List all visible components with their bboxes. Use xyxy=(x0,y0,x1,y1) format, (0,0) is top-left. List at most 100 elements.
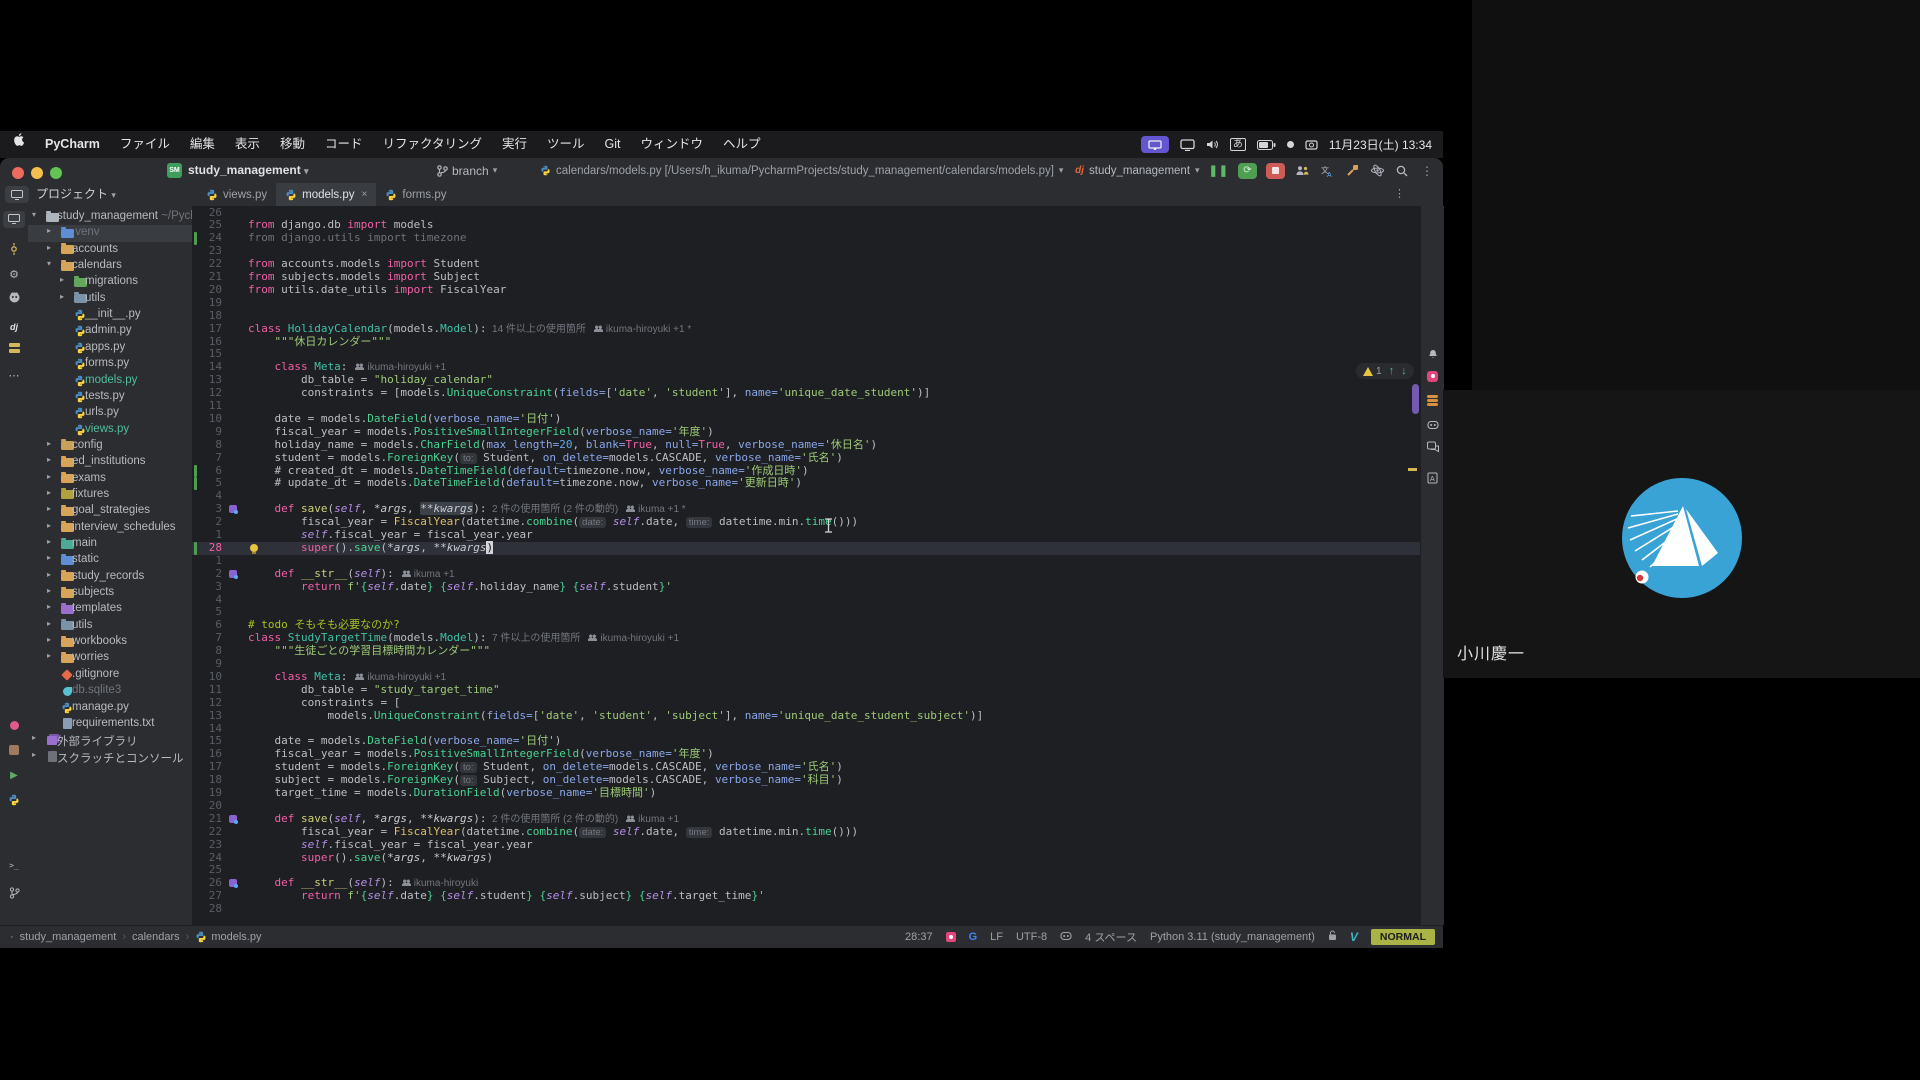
project-icon[interactable] xyxy=(0,208,28,230)
next-warning-icon[interactable]: ↓ xyxy=(1401,365,1407,377)
tree-row-.gitignore[interactable]: .gitignore xyxy=(28,667,192,683)
stop-button[interactable] xyxy=(1266,163,1285,179)
chevron-right-icon[interactable]: ▸ xyxy=(47,488,51,497)
chevron-right-icon[interactable]: ▸ xyxy=(47,570,51,579)
code-line[interactable]: 27 return f'{self.date} {self.student} {… xyxy=(192,890,1420,903)
database-panel-icon[interactable] xyxy=(1421,390,1444,410)
tree-row-accounts[interactable]: ▸accounts xyxy=(28,242,192,258)
pause-button[interactable]: ❚❚ xyxy=(1209,164,1229,177)
speaker-icon[interactable] xyxy=(1206,139,1219,150)
chevron-right-icon[interactable]: ▸ xyxy=(47,651,51,660)
code-line[interactable]: 20from utils.date_utils import FiscalYea… xyxy=(192,284,1420,297)
chevron-right-icon[interactable]: ▸ xyxy=(47,602,51,611)
github-icon[interactable] xyxy=(0,286,28,308)
minimize-window-button[interactable] xyxy=(31,167,43,179)
ai-assistant-icon[interactable] xyxy=(1421,414,1444,434)
menu-item-ファイル[interactable]: ファイル xyxy=(110,131,180,158)
commit-icon[interactable] xyxy=(0,238,28,260)
menu-item-コード[interactable]: コード xyxy=(315,131,373,158)
terminal-icon[interactable]: >_ xyxy=(9,861,19,870)
close-window-button[interactable] xyxy=(12,167,24,179)
tree-row-goal_strategies[interactable]: ▸goal_strategies xyxy=(28,503,192,519)
translation-icon[interactable] xyxy=(1421,437,1444,457)
chevron-right-icon[interactable]: ▸ xyxy=(47,226,51,235)
chevron-right-icon[interactable]: ▸ xyxy=(32,733,36,742)
code-line[interactable]: 4 xyxy=(192,594,1420,607)
kebab-icon[interactable]: ⋮ xyxy=(1419,164,1435,178)
tree-row-外部ライブラリ[interactable]: ▸外部ライブラリ xyxy=(28,732,192,748)
chevron-right-icon[interactable]: ▸ xyxy=(47,619,51,628)
terminal-icon[interactable]: >_ xyxy=(0,854,28,876)
tree-row-admin.py[interactable]: admin.py xyxy=(28,323,192,339)
packages-icon[interactable] xyxy=(0,714,28,736)
chevron-right-icon[interactable]: ▸ xyxy=(47,635,51,644)
breadcrumb[interactable]: ·study_management›calendars›models.py xyxy=(0,931,261,943)
chevron-right-icon[interactable]: ▸ xyxy=(47,553,51,562)
menubar-clock[interactable]: 11月23日(土) 13:34 xyxy=(1329,136,1432,153)
chevron-right-icon[interactable]: ▸ xyxy=(47,521,51,530)
translate-icon[interactable]: 文A xyxy=(1319,165,1335,177)
encoding[interactable]: UTF-8 xyxy=(1016,931,1047,943)
chevron-right-icon[interactable]: ▸ xyxy=(47,586,51,595)
code-editor[interactable]: 2625from django.db import models24from d… xyxy=(192,206,1420,925)
status-pink-icon[interactable] xyxy=(946,932,956,942)
django-icon[interactable]: dj xyxy=(0,316,28,338)
tree-row-interview_schedules[interactable]: ▸interview_schedules xyxy=(28,520,192,536)
code-line[interactable]: 28 super().save(*args, **kwargs) xyxy=(192,542,1420,555)
menu-item-リファクタリング[interactable]: リファクタリング xyxy=(372,131,492,158)
tree-row-ed_institutions[interactable]: ▸ed_institutions xyxy=(28,454,192,470)
zoom-window-button[interactable] xyxy=(50,167,62,179)
menu-item-ヘルプ[interactable]: ヘルプ xyxy=(713,131,771,158)
chevron-right-icon[interactable]: ▸ xyxy=(32,750,36,759)
breadcrumb-item-models.py[interactable]: models.py xyxy=(195,931,261,943)
chevron-right-icon[interactable]: ▸ xyxy=(47,455,51,464)
code-line[interactable]: 8 """生徒ごとの学習目標時間カレンダー""" xyxy=(192,645,1420,658)
chevron-right-icon[interactable]: ▸ xyxy=(47,439,51,448)
run-configuration-selector[interactable]: dj study_management▾ xyxy=(1075,165,1199,177)
caret-position[interactable]: 28:37 xyxy=(905,931,933,943)
tree-row-urls.py[interactable]: urls.py xyxy=(28,405,192,421)
code-line[interactable]: 12 constraints = [models.UniqueConstrain… xyxy=(192,387,1420,400)
tree-row-tests.py[interactable]: tests.py xyxy=(28,389,192,405)
bookmark-panel-icon[interactable] xyxy=(1421,366,1444,386)
chevron-right-icon[interactable]: ▸ xyxy=(60,292,64,301)
project-panel-header[interactable]: プロジェクト ▾ xyxy=(36,183,116,206)
record-dot-icon[interactable] xyxy=(1287,141,1294,148)
tree-row-study_management[interactable]: ▾study_management ~/Pycha xyxy=(28,209,192,225)
tree-row-static[interactable]: ▸static xyxy=(28,552,192,568)
project-tool-window-button[interactable] xyxy=(5,186,29,203)
indent-setting[interactable]: 4 スペース xyxy=(1085,929,1137,945)
packages-icon[interactable] xyxy=(10,721,19,730)
interpreter[interactable]: Python 3.11 (study_management) xyxy=(1150,931,1315,943)
database-panel-icon[interactable] xyxy=(1427,395,1438,406)
file-path-widget[interactable]: calendars/models.py [/Users/h_ikuma/Pych… xyxy=(540,158,1063,183)
inspection-widget[interactable]: 1 ↑ ↓ xyxy=(1356,363,1414,379)
notifications-icon[interactable] xyxy=(1421,343,1444,363)
tree-row-.venv[interactable]: ▸.venv xyxy=(28,225,192,241)
tree-row-exams[interactable]: ▸exams xyxy=(28,471,192,487)
project-selector[interactable]: study_management ▾ xyxy=(188,158,309,183)
database-icon[interactable] xyxy=(0,739,28,761)
tree-row-worries[interactable]: ▸worries xyxy=(28,650,192,666)
run-icon[interactable]: ▶ xyxy=(10,770,18,781)
tree-row-views.py[interactable]: views.py xyxy=(28,422,192,438)
tree-row-templates[interactable]: ▸templates xyxy=(28,601,192,617)
tree-row-forms.py[interactable]: forms.py xyxy=(28,356,192,372)
menu-item-Git[interactable]: Git xyxy=(595,131,631,158)
warning-stripe-mark[interactable] xyxy=(1408,468,1417,471)
rerun-button[interactable]: ⟳ xyxy=(1238,163,1257,179)
tree-row-study_records[interactable]: ▸study_records xyxy=(28,569,192,585)
lock-icon[interactable] xyxy=(1328,930,1337,944)
tree-row-manage.py[interactable]: manage.py xyxy=(28,700,192,716)
breadcrumb-item-calendars[interactable]: calendars xyxy=(132,931,180,943)
run-icon[interactable]: ▶ xyxy=(0,764,28,786)
code-line[interactable]: 16 """休日カレンダー""" xyxy=(192,336,1420,349)
structure-icon[interactable]: ⚙ xyxy=(0,263,28,285)
tree-row-config[interactable]: ▸config xyxy=(28,438,192,454)
more-icon[interactable]: ⋯ xyxy=(0,364,28,386)
code-line[interactable]: 24from django.utils import timezone xyxy=(192,232,1420,245)
more-icon[interactable]: ⋯ xyxy=(9,369,20,382)
services-icon[interactable] xyxy=(0,337,28,359)
line-ending[interactable]: LF xyxy=(990,931,1003,943)
tree-row-utils[interactable]: ▸utils xyxy=(28,618,192,634)
